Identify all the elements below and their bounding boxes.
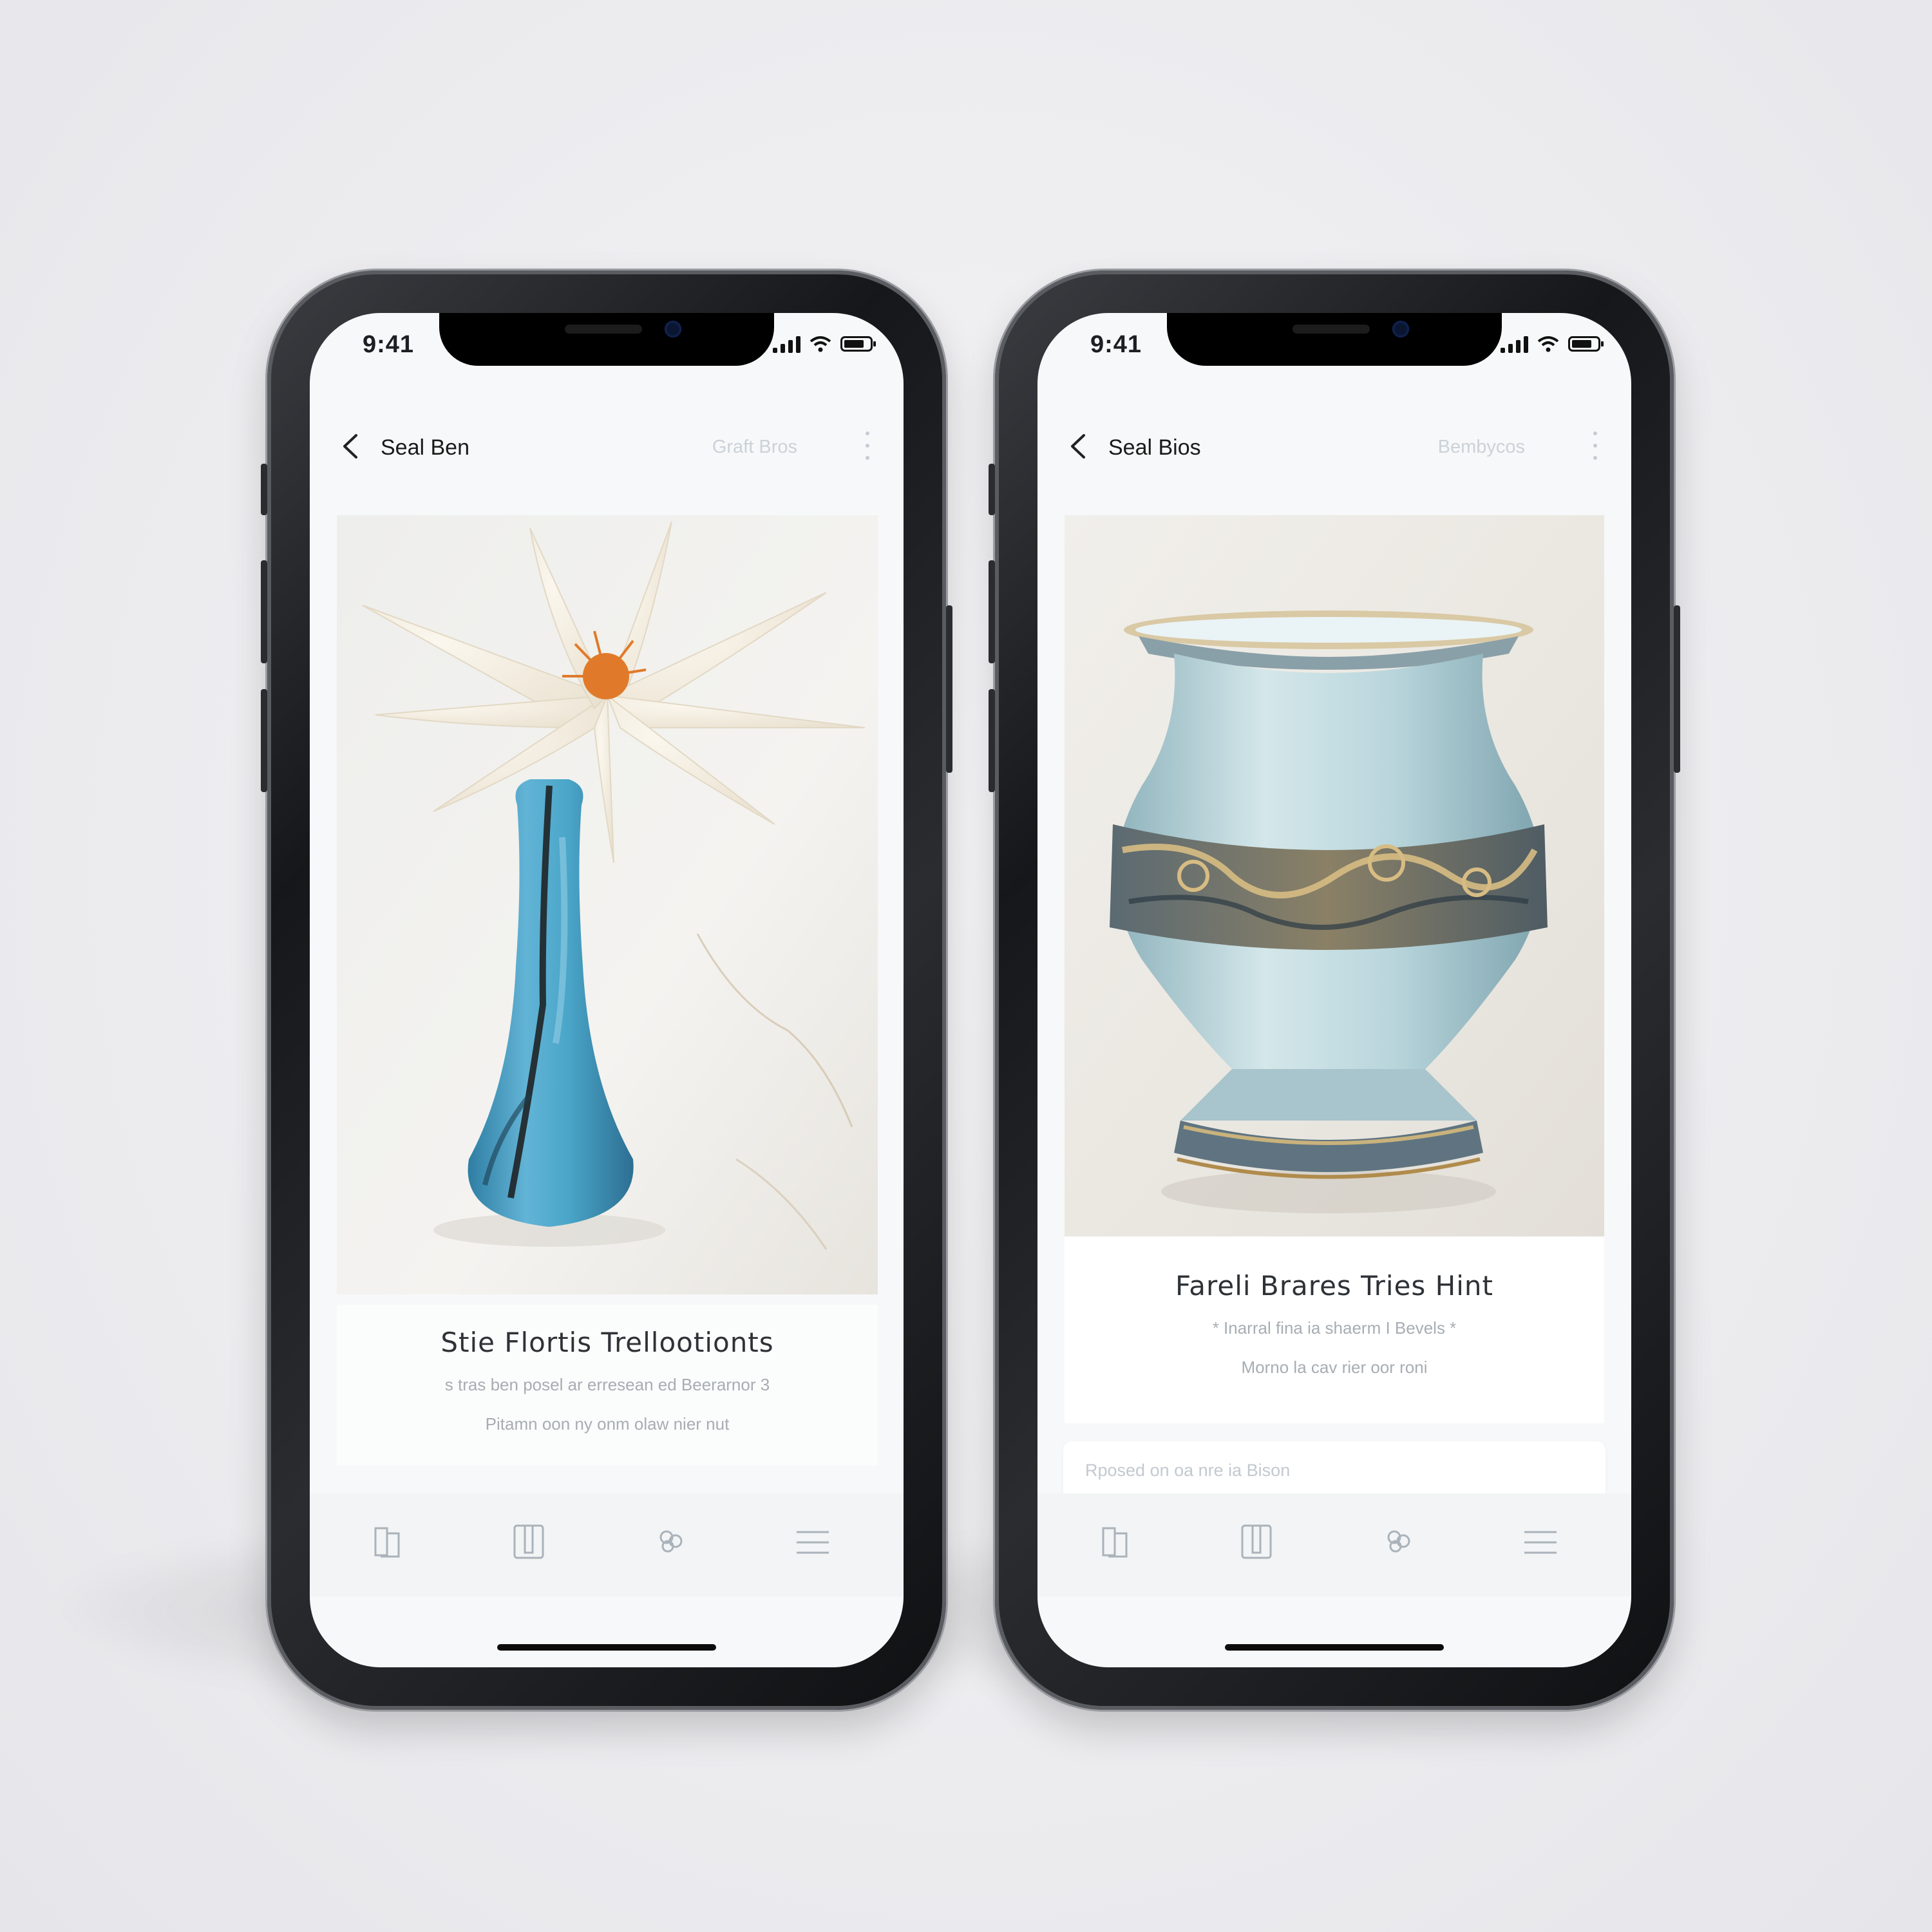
product-subtitle: s tras ben posel ar erresean ed Beerarno…: [444, 1375, 770, 1394]
bookmark-icon[interactable]: [509, 1519, 548, 1564]
side-button: [946, 605, 952, 773]
wifi-icon: [1537, 336, 1559, 352]
status-time: 9:41: [1090, 331, 1142, 358]
flower-icon[interactable]: [651, 1519, 690, 1564]
comment-input[interactable]: Rposed on oa nre ia Bison: [1063, 1441, 1605, 1501]
more-icon[interactable]: [862, 431, 873, 460]
home-indicator[interactable]: [1225, 1644, 1444, 1651]
product-photo: [1065, 515, 1604, 1236]
wifi-icon: [810, 336, 831, 352]
signal-icon: [773, 335, 800, 353]
product-description: Pitamn oon ny onm olaw nier nut: [485, 1414, 730, 1434]
screen: 9:41 Seal Bios Bembycos Fareli Brares Tr…: [1037, 313, 1631, 1667]
product-title: Fareli Brares Tries Hint: [1175, 1270, 1493, 1302]
product-info-card: Stie Flortis Trellootionts s tras ben po…: [337, 1305, 878, 1466]
product-description: Morno la cav rier oor roni: [1241, 1358, 1428, 1377]
book-icon[interactable]: [1095, 1519, 1134, 1564]
more-icon[interactable]: [1590, 431, 1600, 460]
volume-down-button: [989, 689, 995, 792]
status-bar: 9:41: [310, 325, 904, 370]
flower-icon[interactable]: [1379, 1519, 1417, 1564]
comment-placeholder: Rposed on oa nre ia Bison: [1085, 1461, 1291, 1480]
battery-icon: [1568, 336, 1604, 352]
tab-bar: [310, 1493, 904, 1596]
signal-icon: [1501, 335, 1528, 353]
menu-icon[interactable]: [793, 1519, 831, 1564]
side-button: [1674, 605, 1680, 773]
nav-bar: Seal Bios Bembycos: [1037, 422, 1631, 474]
bookmark-icon[interactable]: [1237, 1519, 1276, 1564]
phone-right: 9:41 Seal Bios Bembycos Fareli Brares Tr…: [989, 270, 1680, 1710]
nav-action-link[interactable]: Bembycos: [1438, 437, 1525, 458]
home-indicator[interactable]: [497, 1644, 716, 1651]
status-bar: 9:41: [1037, 325, 1631, 370]
book-icon[interactable]: [368, 1519, 406, 1564]
screen: 9:41 Seal Ben Graft Bros Stie Flortis Tr…: [310, 313, 904, 1667]
menu-icon[interactable]: [1520, 1519, 1559, 1564]
mute-switch: [261, 464, 267, 515]
product-info-card: Fareli Brares Tries Hint * Inarral fina …: [1065, 1236, 1604, 1423]
product-photo: [337, 515, 878, 1294]
volume-down-button: [261, 689, 267, 792]
volume-up-button: [989, 560, 995, 663]
nav-bar: Seal Ben Graft Bros: [310, 422, 904, 474]
phone-left: 9:41 Seal Ben Graft Bros Stie Flortis Tr…: [261, 270, 952, 1710]
nav-title: Seal Ben: [381, 435, 469, 460]
product-subtitle: * Inarral fina ia shaerm I Bevels *: [1212, 1318, 1457, 1338]
volume-up-button: [261, 560, 267, 663]
nav-title: Seal Bios: [1108, 435, 1201, 460]
product-title: Stie Flortis Trellootionts: [440, 1327, 774, 1358]
tab-bar: [1037, 1493, 1631, 1596]
status-time: 9:41: [363, 331, 415, 358]
back-chevron-icon[interactable]: [336, 430, 368, 462]
back-chevron-icon[interactable]: [1063, 430, 1095, 462]
mute-switch: [989, 464, 995, 515]
nav-action-link[interactable]: Graft Bros: [712, 437, 797, 458]
battery-icon: [840, 336, 876, 352]
